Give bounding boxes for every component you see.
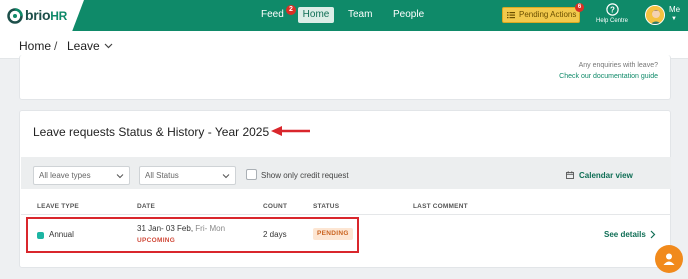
avatar-image — [646, 6, 664, 24]
pending-actions-badge: 6 — [575, 3, 584, 12]
breadcrumb-current: Leave — [67, 39, 100, 53]
table-divider — [21, 214, 671, 215]
enquiry-card: Any enquiries with leave? Check our docu… — [19, 55, 671, 100]
pending-actions-label: Pending Actions — [519, 10, 577, 19]
enquiry-text: Any enquiries with leave? — [578, 62, 658, 69]
column-header-count: COUNT — [263, 203, 288, 210]
chat-icon — [663, 253, 675, 265]
chevron-down-icon — [116, 174, 124, 179]
user-menu-caret-icon[interactable]: ▼ — [671, 16, 677, 22]
brio-logo-icon — [7, 8, 23, 24]
chevron-right-icon[interactable] — [649, 230, 656, 239]
chat-button[interactable] — [655, 245, 683, 273]
column-header-status: STATUS — [313, 203, 340, 210]
nav-team[interactable]: Team — [348, 9, 372, 20]
credit-request-checkbox[interactable] — [246, 169, 257, 180]
svg-text:?: ? — [610, 5, 615, 14]
status-select[interactable]: All Status — [139, 166, 236, 185]
avatar[interactable] — [645, 5, 665, 25]
help-centre-label: Help Centre — [595, 18, 628, 24]
user-menu-label[interactable]: Me — [669, 5, 680, 14]
documentation-link[interactable]: Check our documentation guide — [559, 73, 658, 80]
leave-type-select-value: All leave types — [39, 171, 91, 180]
nav-people[interactable]: People — [393, 9, 424, 20]
feed-badge: 2 — [286, 5, 296, 15]
column-header-leave-type: LEAVE TYPE — [37, 203, 79, 210]
page-title: Leave requests Status & History - Year 2… — [33, 125, 270, 139]
leave-type-select[interactable]: All leave types — [33, 166, 130, 185]
leave-requests-card: Leave requests Status & History - Year 2… — [19, 110, 671, 268]
pending-actions-button[interactable]: Pending Actions — [502, 7, 580, 23]
column-header-last-comment: LAST COMMENT — [413, 203, 468, 210]
status-select-value: All Status — [145, 171, 179, 180]
calendar-view-link[interactable]: Calendar view — [579, 171, 633, 180]
annotation-arrow-icon — [271, 126, 310, 136]
breadcrumb-separator: / — [54, 39, 58, 53]
chevron-down-icon[interactable] — [104, 41, 113, 50]
see-details-link[interactable]: See details — [604, 230, 646, 239]
breadcrumb-home[interactable]: Home — [19, 39, 51, 53]
pending-actions-icon — [507, 12, 515, 19]
nav-home[interactable]: Home — [298, 7, 334, 23]
filter-bar: All leave types All Status Show only cre… — [21, 157, 671, 189]
chevron-down-icon — [222, 174, 230, 179]
annotation-highlight-box — [26, 217, 359, 253]
nav-feed[interactable]: Feed — [261, 9, 284, 20]
logo[interactable]: brioHR — [0, 0, 84, 31]
help-centre-button[interactable]: ? Help Centre — [592, 3, 632, 24]
brand-name: brioHR — [25, 7, 67, 23]
column-header-date: DATE — [137, 203, 156, 210]
calendar-icon[interactable] — [566, 171, 574, 179]
help-icon: ? — [605, 3, 619, 16]
top-nav-bar: brioHR Feed 2 Home Team People Pending A… — [0, 0, 688, 31]
credit-request-label[interactable]: Show only credit request — [261, 171, 349, 180]
